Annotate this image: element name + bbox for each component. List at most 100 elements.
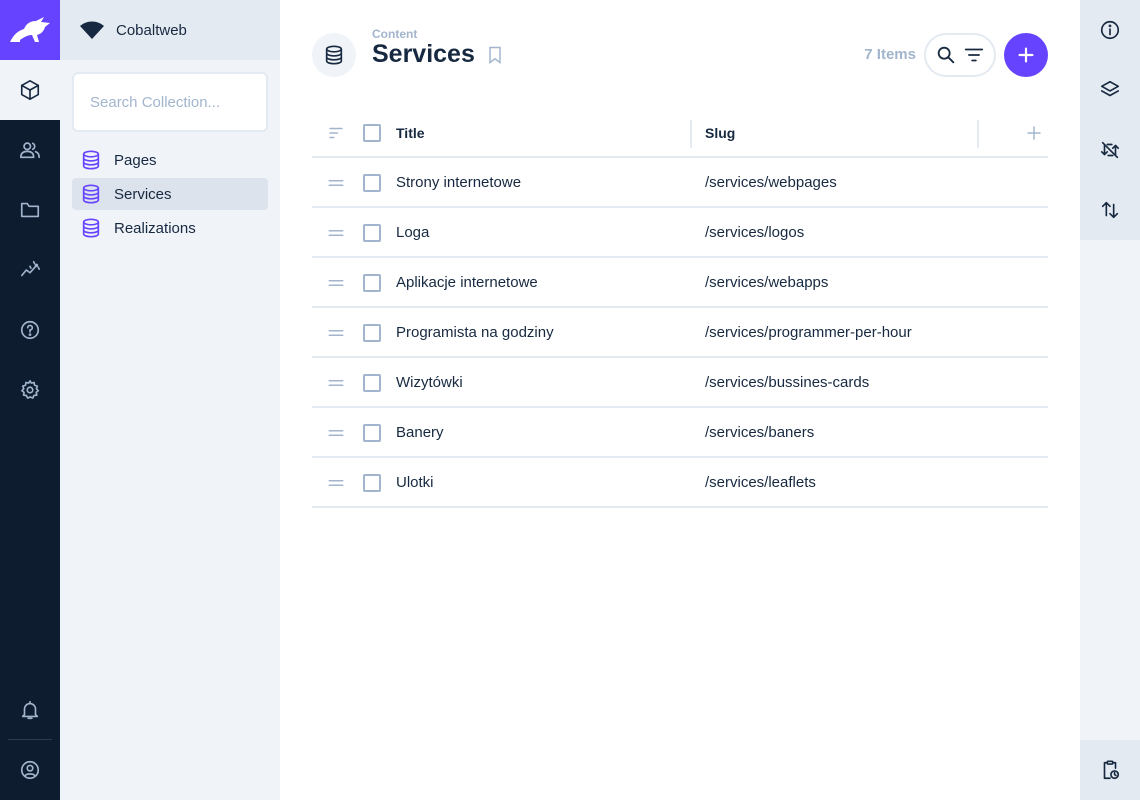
row-checkbox[interactable]: [363, 224, 381, 242]
table-row[interactable]: Aplikacje internetowe /services/webapps: [312, 258, 1048, 308]
cell-title: Strony internetowe: [396, 174, 522, 191]
info-icon: [1100, 20, 1120, 40]
row-checkbox[interactable]: [363, 474, 381, 492]
cell-slug: /services/webapps: [705, 274, 829, 291]
module-settings[interactable]: [0, 360, 60, 420]
add-field-button[interactable]: [1022, 121, 1046, 145]
drag-handle-icon: [328, 480, 344, 486]
collection-item-realizations[interactable]: Realizations: [72, 212, 268, 244]
cell-title: Wizytówki: [396, 374, 463, 391]
manual-sort-button[interactable]: [324, 121, 348, 145]
cell-slug: /services/webpages: [705, 174, 837, 191]
files-icon: [20, 202, 40, 218]
breadcrumb[interactable]: Content: [372, 27, 417, 41]
cell-title: Aplikacje internetowe: [396, 274, 538, 291]
database-icon: [82, 184, 100, 204]
module-help[interactable]: [0, 300, 60, 360]
sidebar-layout-button[interactable]: [1080, 60, 1140, 120]
drag-handle-icon: [328, 430, 344, 436]
table-header: Title Slug: [312, 108, 1048, 158]
column-header-slug[interactable]: Slug: [705, 125, 735, 141]
drag-handle[interactable]: [324, 171, 348, 195]
module-users[interactable]: [0, 120, 60, 180]
table-row[interactable]: Wizytówki /services/bussines-cards: [312, 358, 1048, 408]
cell-slug: /services/baners: [705, 424, 815, 441]
collection-header-icon: [312, 33, 356, 77]
column-resize-handle[interactable]: [690, 120, 692, 148]
table-row[interactable]: Loga /services/logos: [312, 208, 1048, 258]
cell-slug: /services/bussines-cards: [705, 374, 870, 391]
drag-handle-icon: [328, 330, 344, 336]
table-row[interactable]: Banery /services/baners: [312, 408, 1048, 458]
import-export-icon: [1101, 201, 1119, 219]
row-checkbox[interactable]: [363, 424, 381, 442]
item-count: 7 Items: [864, 46, 916, 63]
content-icon: [20, 80, 40, 100]
row-checkbox[interactable]: [363, 174, 381, 192]
notifications-icon: [21, 700, 39, 720]
database-icon: [325, 45, 343, 65]
collection-label: Realizations: [114, 219, 196, 237]
drag-handle-icon: [328, 180, 344, 186]
users-icon: [20, 142, 40, 159]
cell-slug: /services/logos: [705, 224, 805, 241]
user-account-icon: [20, 760, 40, 780]
plus-icon: [1018, 47, 1034, 63]
row-checkbox[interactable]: [363, 374, 381, 392]
drag-handle[interactable]: [324, 471, 348, 495]
help-icon: [20, 320, 40, 340]
search-button[interactable]: [934, 43, 958, 67]
navigation-panel: Cobaltweb Pages Services Realizations: [60, 0, 280, 800]
drag-handle[interactable]: [324, 321, 348, 345]
row-checkbox[interactable]: [363, 324, 381, 342]
items-table: Title Slug Strony internetowe /services/…: [312, 108, 1048, 508]
brand-logo[interactable]: [0, 0, 60, 60]
bookmark-button[interactable]: [485, 45, 505, 65]
settings-icon: [21, 380, 40, 399]
sidebar-info-button[interactable]: [1080, 0, 1140, 60]
table-row[interactable]: Ulotki /services/leaflets: [312, 458, 1048, 508]
cell-slug: /services/programmer-per-hour: [705, 324, 912, 341]
cell-title: Ulotki: [396, 474, 434, 491]
drag-handle[interactable]: [324, 371, 348, 395]
drag-handle[interactable]: [324, 221, 348, 245]
module-content[interactable]: [0, 60, 60, 120]
sort-icon: [329, 127, 343, 139]
module-insights[interactable]: [0, 240, 60, 300]
collection-list: Pages Services Realizations: [72, 144, 268, 246]
filter-button[interactable]: [962, 43, 986, 67]
collection-item-services[interactable]: Services: [72, 178, 268, 210]
sidebar-sync-button[interactable]: [1080, 120, 1140, 180]
collection-search: [72, 72, 268, 132]
drag-handle[interactable]: [324, 271, 348, 295]
user-account-button[interactable]: [0, 740, 60, 800]
column-header-title[interactable]: Title: [396, 125, 425, 141]
collection-label: Pages: [114, 151, 157, 169]
sidebar-import-export-button[interactable]: [1080, 180, 1140, 240]
column-resize-handle[interactable]: [977, 120, 979, 148]
row-checkbox[interactable]: [363, 274, 381, 292]
table-row[interactable]: Strony internetowe /services/webpages: [312, 158, 1048, 208]
wifi-logo-icon: [80, 21, 104, 39]
create-item-button[interactable]: [1004, 33, 1048, 77]
drag-handle[interactable]: [324, 421, 348, 445]
insights-icon: [20, 260, 40, 277]
collection-label: Services: [114, 185, 172, 203]
bookmark-icon: [489, 46, 501, 64]
select-all-checkbox[interactable]: [363, 124, 381, 142]
module-files[interactable]: [0, 180, 60, 240]
notifications-button[interactable]: [0, 680, 60, 740]
database-icon: [82, 150, 100, 170]
project-name: Cobaltweb: [116, 21, 187, 39]
collection-item-pages[interactable]: Pages: [72, 144, 268, 176]
project-header[interactable]: Cobaltweb: [60, 0, 280, 60]
sidebar-activity-button[interactable]: [1080, 740, 1140, 800]
plus-icon: [1027, 126, 1041, 140]
collection-search-input[interactable]: [90, 93, 250, 111]
cell-title: Banery: [396, 424, 444, 441]
cell-title: Loga: [396, 224, 430, 241]
cell-title: Programista na godziny: [396, 324, 554, 341]
table-row[interactable]: Programista na godziny /services/program…: [312, 308, 1048, 358]
rabbit-logo-icon: [10, 17, 50, 42]
search-icon: [937, 46, 955, 64]
